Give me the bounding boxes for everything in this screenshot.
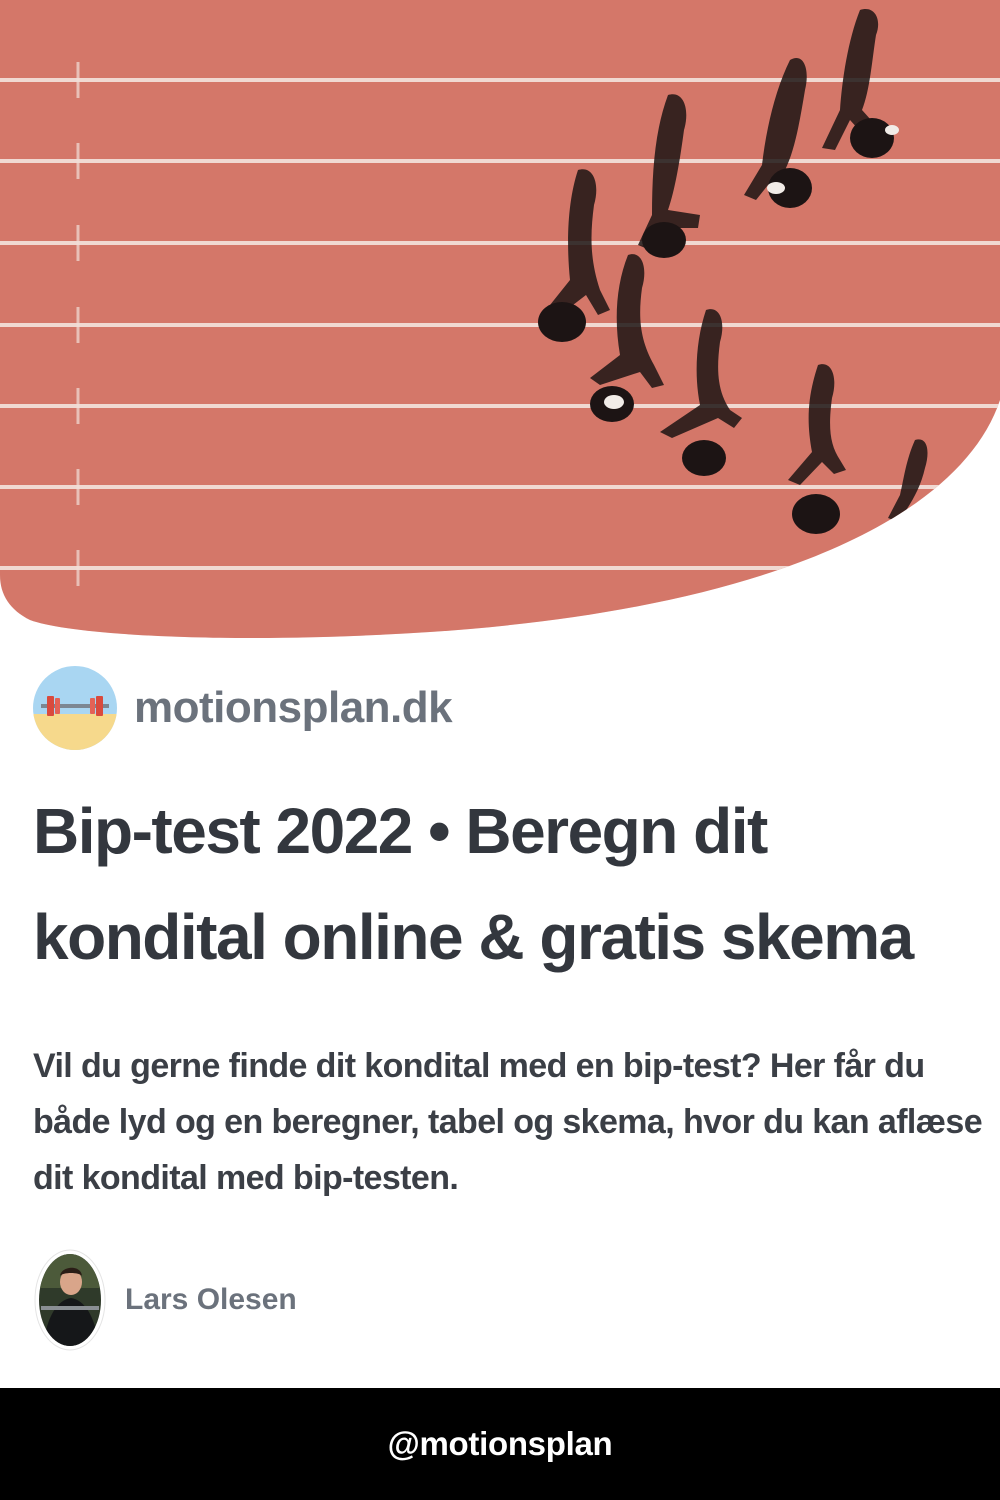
author[interactable]: Lars Olesen xyxy=(33,1248,297,1352)
article-description: Vil du gerne finde dit kondital med en b… xyxy=(33,1047,983,1197)
site-header[interactable]: motionsplan.dk xyxy=(33,666,453,750)
footer-bar: @motionsplan xyxy=(0,1388,1000,1500)
author-name[interactable]: Lars Olesen xyxy=(125,1283,297,1317)
avatar xyxy=(33,1248,107,1352)
pin-card: motionsplan.dk Bip-test 2022 • Beregn di… xyxy=(0,0,1000,1500)
hero-image[interactable] xyxy=(0,0,1000,640)
running-track-illustration xyxy=(0,0,1000,639)
footer-handle[interactable]: @motionsplan xyxy=(388,1425,613,1463)
site-name[interactable]: motionsplan.dk xyxy=(134,683,453,733)
article-title[interactable]: Bip-test 2022 • Beregn dit kondital onli… xyxy=(33,778,983,990)
barbell-on-beach-icon xyxy=(33,666,117,750)
